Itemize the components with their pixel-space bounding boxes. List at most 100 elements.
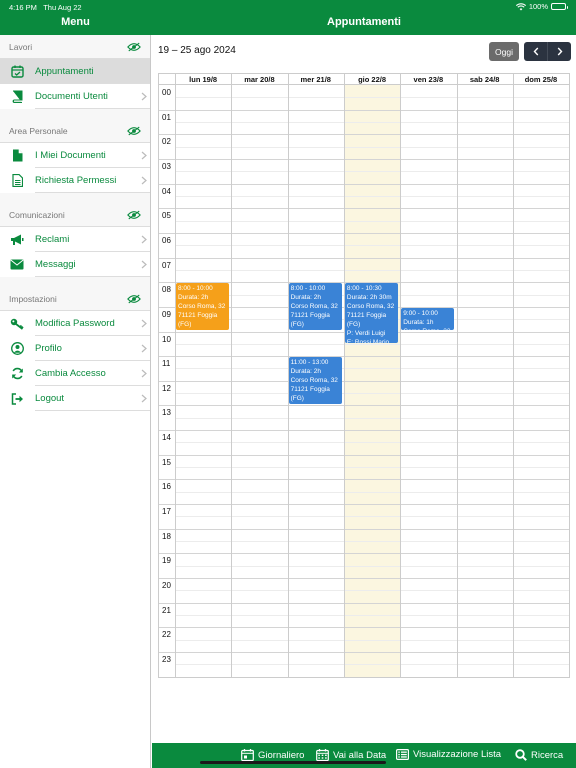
chevron-left-icon (533, 47, 538, 56)
chevron-right-icon (141, 235, 147, 244)
day-header[interactable]: dom 25/8 (513, 74, 569, 85)
appointment-event[interactable]: 8:00 - 10:00 Durata: 2h Corso Roma, 32 7112… (176, 283, 230, 331)
eye-icon[interactable] (127, 210, 141, 220)
chevron-right-icon (141, 344, 147, 353)
sidebar-item-label: Documenti Utenti (35, 91, 108, 102)
half-hour-gridline (175, 171, 569, 173)
hour-gridline (159, 479, 569, 481)
day-header[interactable]: ven 23/8 (400, 74, 456, 85)
hour-label: 14 (162, 433, 171, 443)
chevron-right-icon (141, 92, 147, 101)
file-lines-icon (10, 174, 24, 188)
sidebar-item-richiesta-permessi[interactable]: Richiesta Permessi (0, 168, 150, 193)
sidebar-item-label: Appuntamenti (35, 66, 94, 77)
bottom-toolbar: Giornaliero Vai alla Data Visualizzazion… (152, 743, 576, 768)
hour-gridline (159, 134, 569, 136)
prev-week-button[interactable] (524, 42, 547, 61)
hour-label: 03 (162, 161, 171, 171)
go-to-date-button[interactable]: Vai alla Data (316, 749, 386, 761)
day-header[interactable]: sab 24/8 (457, 74, 513, 85)
section-title: Lavori (9, 41, 33, 52)
chevron-right-icon (557, 47, 562, 56)
half-hour-gridline (175, 639, 569, 641)
hour-label: 18 (162, 531, 171, 541)
event-detail: (FG) (178, 321, 192, 329)
day-header[interactable]: mer 21/8 (288, 74, 344, 85)
day-header[interactable]: mar 20/8 (231, 74, 287, 85)
sidebar-item-cambia-accesso[interactable]: Cambia Accesso (0, 361, 150, 386)
half-hour-gridline (175, 393, 569, 395)
calendar-check-icon (10, 65, 24, 79)
appointment-event[interactable]: 9:00 - 10:00Durata: 1hCorso Roma, 32 (401, 307, 455, 331)
appointment-event[interactable]: 8:00 - 10:30 Durata: 2h 30m Corso Roma, 32… (344, 283, 399, 343)
sidebar: Lavori Appuntamenti Documenti Utenti Are… (0, 35, 151, 768)
search-button[interactable]: Ricerca (515, 749, 563, 761)
sidebar-item-label: Modifica Password (35, 318, 115, 329)
hour-label: 23 (162, 654, 171, 664)
hour-gridline (159, 208, 569, 210)
half-hour-gridline (175, 442, 569, 444)
eye-icon[interactable] (127, 126, 141, 136)
sidebar-item-label: Profilo (35, 343, 62, 354)
event-detail: Durata: 1h (403, 318, 434, 326)
refresh-icon (10, 367, 24, 381)
hour-label: 17 (162, 507, 171, 517)
section-header-comunicazioni: Comunicazioni (0, 203, 150, 227)
event-detail: Corso Roma, 32 (290, 377, 338, 385)
hour-label: 10 (162, 334, 171, 344)
event-detail: 71121 Foggia (178, 312, 218, 320)
hour-gridline (159, 232, 569, 234)
hour-label: 07 (162, 260, 171, 270)
half-hour-gridline (175, 491, 569, 493)
sidebar-item-label: Messaggi (35, 259, 76, 270)
sidebar-item-modifica-password[interactable]: Modifica Password (0, 311, 150, 336)
list-view-button[interactable]: Visualizzazione Lista (396, 749, 501, 760)
hour-label: 05 (162, 211, 171, 221)
daily-view-button[interactable]: Giornaliero (241, 749, 304, 761)
section-header-area-personale: Area Personale (0, 119, 150, 143)
sidebar-item-appuntamenti[interactable]: Appuntamenti (0, 59, 150, 84)
eye-icon[interactable] (127, 42, 141, 52)
home-indicator (200, 761, 386, 764)
hour-gridline (159, 627, 569, 629)
hour-gridline (159, 504, 569, 506)
half-hour-gridline (175, 195, 569, 197)
sidebar-item-documenti-utenti[interactable]: Documenti Utenti (0, 84, 150, 109)
chevron-right-icon (141, 260, 147, 269)
sidebar-item-reclami[interactable]: Reclami (0, 227, 150, 252)
half-hour-gridline (175, 541, 569, 543)
hour-gridline (159, 553, 569, 555)
day-column-divider (231, 74, 233, 677)
appointment-event[interactable]: 11:00 - 13:00 Durata: 2h Corso Roma, 32 711… (288, 357, 342, 405)
half-hour-gridline (175, 245, 569, 247)
hour-label: 20 (162, 581, 171, 590)
page-title: Appuntamenti (327, 16, 401, 28)
next-week-button[interactable] (547, 42, 571, 61)
today-button[interactable]: Oggi (489, 42, 519, 61)
sidebar-item-logout[interactable]: Logout (0, 386, 150, 411)
half-hour-gridline (175, 368, 569, 370)
week-range: 19 – 25 ago 2024 (158, 45, 236, 56)
day-header[interactable]: lun 19/8 (175, 74, 231, 85)
chevron-right-icon (141, 394, 147, 403)
day-column-divider (512, 74, 514, 677)
half-hour-gridline (175, 614, 569, 616)
section-header-impostazioni: Impostazioni (0, 287, 150, 311)
week-calendar: lun 19/8 mar 20/8 mer 21/8 gio 22/8 ven 23/8… (158, 73, 570, 678)
sidebar-item-profilo[interactable]: Profilo (0, 336, 150, 361)
megaphone-icon (10, 233, 24, 247)
sidebar-item-i-miei-documenti[interactable]: I Miei Documenti (0, 143, 150, 168)
event-detail: 71121 Foggia (346, 312, 387, 320)
status-bar: 4:16 PM Thu Aug 22 100% (0, 0, 576, 13)
half-hour-gridline (175, 590, 569, 592)
sidebar-item-messaggi[interactable]: Messaggi (0, 252, 150, 277)
day-header[interactable]: gio 22/8 (344, 74, 400, 85)
half-hour-gridline (175, 664, 569, 666)
event-detail: Corso Roma, 32 (290, 303, 338, 311)
battery-icon (551, 3, 568, 10)
event-detail: (FG) (290, 395, 304, 403)
half-hour-gridline (175, 516, 569, 518)
appointment-event[interactable]: 8:00 - 10:00 Durata: 2h Corso Roma, 32 7112… (288, 283, 342, 331)
event-detail: P: Verdi Luigi (178, 329, 227, 331)
eye-icon[interactable] (127, 294, 141, 304)
